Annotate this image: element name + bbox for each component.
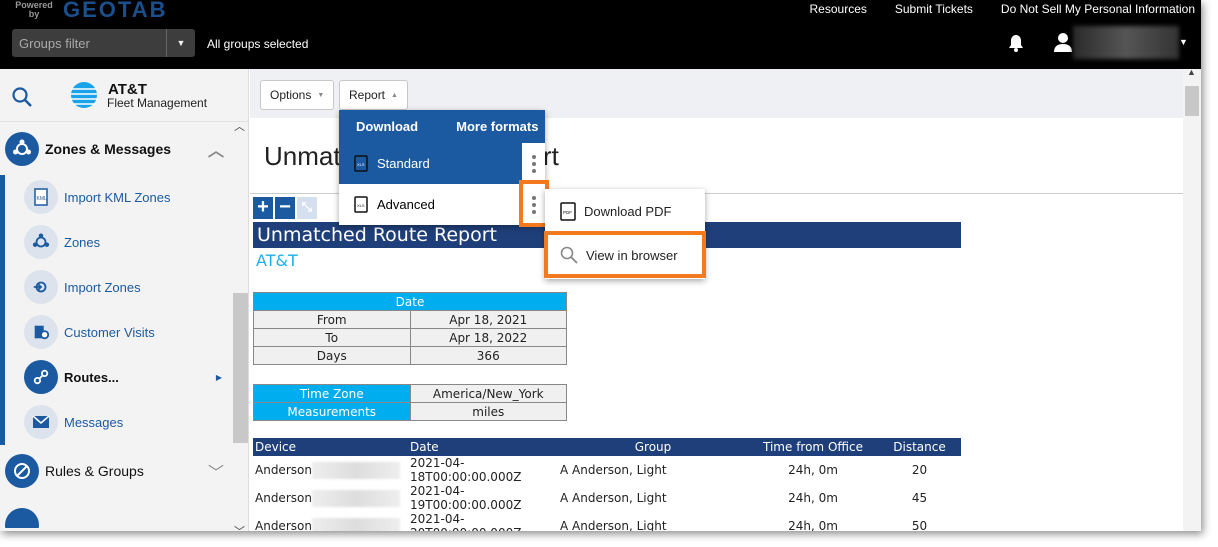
standard-more-options-button[interactable] xyxy=(522,143,545,184)
table-cell: A Anderson, Light xyxy=(560,491,667,505)
highlight-view-in-browser xyxy=(544,231,706,278)
groups-filter-input[interactable]: Groups filter ▼ xyxy=(12,29,195,57)
report-dropdown-menu: Download More formats XLS Standard XLS Ad… xyxy=(339,110,545,225)
sidebar-item-routes[interactable]: Routes... ▶ xyxy=(24,359,224,395)
sidebar-item-import-kml-zones[interactable]: KML Import KML Zones xyxy=(24,179,224,215)
search-icon[interactable] xyxy=(11,86,33,108)
table-cell: Anderson xyxy=(253,512,408,531)
zoom-in-button[interactable]: + xyxy=(253,197,273,219)
import-zones-icon xyxy=(24,270,58,304)
table-cell: 24h, 0m xyxy=(788,463,838,477)
customer-visits-icon xyxy=(24,315,58,349)
chevron-up-icon: ︿ xyxy=(207,143,224,160)
pdf-file-icon: PDF xyxy=(560,201,576,221)
redacted-device-name xyxy=(311,517,400,531)
svg-text:XLS: XLS xyxy=(357,162,365,167)
table-row: Anderson 2021-04-19T00:00:00.000Z A Anders… xyxy=(253,484,961,512)
report-button[interactable]: Report ▲ xyxy=(339,80,408,110)
submit-tickets-link[interactable]: Submit Tickets xyxy=(895,2,973,16)
sidebar-item-customer-visits[interactable]: Customer Visits xyxy=(24,314,224,350)
options-button[interactable]: Options ▼ xyxy=(260,80,335,110)
main-scrollbar[interactable]: ▲ xyxy=(1183,67,1201,531)
table-row: Anderson 2021-04-18T00:00:00.000Z A Anders… xyxy=(253,456,961,484)
routes-icon xyxy=(24,360,58,394)
brand-subtitle: Fleet Management xyxy=(107,96,208,110)
sidebar-item-zones[interactable]: Zones xyxy=(24,224,224,260)
rules-groups-icon xyxy=(5,454,39,488)
report-company: AT&T xyxy=(256,251,298,270)
table-cell: 24h, 0m xyxy=(788,519,838,531)
user-name-redacted xyxy=(1073,26,1179,59)
chevron-down-icon: ﹀ xyxy=(207,465,224,482)
download-pdf-item[interactable]: PDF Download PDF xyxy=(545,189,705,233)
xls-file-icon: XLS xyxy=(354,196,368,213)
table-cell: Anderson xyxy=(253,484,408,512)
table-cell: 24h, 0m xyxy=(788,491,838,505)
main-scroll-thumb[interactable] xyxy=(1185,86,1199,116)
att-globe-logo xyxy=(71,82,97,108)
chevron-right-icon: ▶ xyxy=(215,372,222,382)
zoom-out-button[interactable]: − xyxy=(275,197,295,219)
envelope-icon xyxy=(24,405,58,439)
redacted-device-name xyxy=(311,461,400,479)
download-tab[interactable]: Download xyxy=(356,119,418,134)
table-cell: Anderson xyxy=(253,456,408,484)
sidebar: AT&T Fleet Management Zones & Messages ︿ … xyxy=(0,69,249,531)
sidebar-section-rules-groups[interactable]: Rules & Groups ﹀ xyxy=(5,454,230,488)
fit-icon[interactable]: ⤡ xyxy=(297,197,317,219)
resources-link[interactable]: Resources xyxy=(810,2,867,16)
redacted-device-name xyxy=(311,489,400,507)
sidebar-scroll-thumb[interactable] xyxy=(233,293,248,443)
table-cell: A Anderson, Light xyxy=(560,519,667,531)
table-cell: 2021-04-18T00:00:00.000Z xyxy=(410,456,522,484)
more-formats-tab[interactable]: More formats xyxy=(456,119,538,134)
active-section-indicator xyxy=(0,175,5,445)
user-icon[interactable] xyxy=(1053,32,1073,52)
date-table: Date From Apr 18, 2021 To Apr 18, 2022 Day… xyxy=(253,292,567,365)
table-cell: 2021-04-20T00:00:00.000Z xyxy=(410,512,521,531)
menu-item-advanced[interactable]: XLS Advanced xyxy=(339,184,545,225)
top-bar: Powered by GEOTAB Groups filter ▼ All gro… xyxy=(0,0,1201,69)
sidebar-item-import-zones[interactable]: Import Zones xyxy=(24,269,224,305)
powered-by: Powered by xyxy=(15,0,53,19)
caret-up-icon: ▲ xyxy=(391,92,398,99)
groups-selected-text: All groups selected xyxy=(207,37,309,51)
table-cell: A Anderson, Light xyxy=(560,463,667,477)
user-menu-caret-icon[interactable]: ▼ xyxy=(1179,37,1188,47)
do-not-sell-link[interactable]: Do Not Sell My Personal Information xyxy=(1001,2,1195,16)
data-table: Device Date Group Time from Office Distance … xyxy=(253,438,961,531)
svg-text:PDF: PDF xyxy=(563,210,572,215)
table-cell: 50 xyxy=(911,519,928,531)
kml-file-icon: KML xyxy=(24,180,58,214)
svg-text:KML: KML xyxy=(37,196,48,202)
app-window: Powered by GEOTAB Groups filter ▼ All gro… xyxy=(0,0,1201,531)
sidebar-section-partial[interactable] xyxy=(5,508,230,528)
sidebar-item-messages[interactable]: Messages xyxy=(24,404,224,440)
table-row: Anderson2021-04-20T00:00:00.000Z A Anders… xyxy=(253,512,961,531)
zones-icon xyxy=(24,225,58,259)
geotab-logo: GEOTAB xyxy=(63,0,168,22)
svg-text:XLS: XLS xyxy=(357,203,365,208)
menu-item-standard[interactable]: XLS Standard xyxy=(339,143,545,184)
xls-file-icon: XLS xyxy=(354,155,368,172)
table-cell: 2021-04-19T00:00:00.000Z xyxy=(410,484,522,512)
bell-icon[interactable] xyxy=(1006,33,1026,53)
caret-down-icon: ▼ xyxy=(317,92,325,99)
groups-filter-dropdown-button[interactable]: ▼ xyxy=(166,29,195,57)
sidebar-section-zones-messages[interactable]: Zones & Messages ︿ xyxy=(5,132,230,166)
table-cell: 45 xyxy=(911,491,928,505)
zones-messages-icon xyxy=(5,132,39,166)
table-cell: 20 xyxy=(911,463,928,477)
settings-table: Time Zone America/New_York Measurements mi… xyxy=(253,384,567,421)
